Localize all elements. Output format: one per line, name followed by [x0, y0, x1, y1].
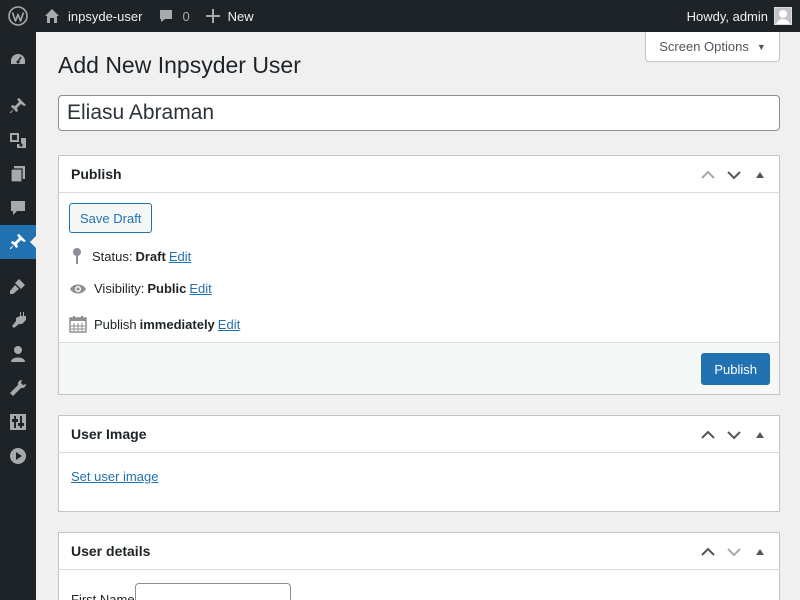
user-details-box-header: User details [59, 533, 779, 570]
visibility-value: Public [147, 281, 187, 296]
dashboard-icon[interactable] [0, 43, 36, 77]
posts-icon[interactable] [0, 89, 36, 123]
handle-actions [695, 156, 773, 193]
comment-icon [160, 10, 173, 22]
calendar-icon [69, 316, 87, 333]
comments-link[interactable]: 0 [150, 0, 197, 32]
toggle-panel-icon[interactable] [747, 417, 773, 453]
new-label: New [227, 8, 254, 24]
pin-icon [73, 248, 81, 264]
pages-icon[interactable] [0, 157, 36, 191]
move-down-icon[interactable] [721, 417, 747, 453]
edit-status-link[interactable]: Edit [169, 249, 191, 264]
user-image-box: User Image Set user image [58, 415, 780, 512]
settings-icon[interactable] [0, 405, 36, 439]
my-account-link[interactable]: Howdy, admin [687, 0, 800, 32]
publish-label: Publish [94, 316, 137, 332]
admin-menu [0, 32, 36, 600]
wordpress-logo-icon[interactable] [0, 0, 36, 32]
new-content-link[interactable]: New [198, 0, 262, 32]
title-input[interactable] [58, 95, 780, 131]
site-name-link[interactable]: inpsyde-user [36, 0, 150, 32]
tools-icon[interactable] [0, 371, 36, 405]
video-icon[interactable] [0, 439, 36, 473]
edit-visibility-link[interactable]: Edit [189, 281, 211, 296]
first-name-label: First Name [71, 592, 135, 600]
save-draft-button[interactable]: Save Draft [69, 203, 153, 233]
page-title: Add New Inpsyder User [58, 52, 301, 78]
user-details-box-title: User details [71, 543, 151, 559]
comments-icon[interactable] [0, 191, 36, 225]
user-details-box: User details First Name [58, 532, 780, 600]
publish-box-header: Publish [59, 156, 779, 193]
screen-options-button[interactable]: Screen Options ▼ [645, 32, 780, 62]
handle-actions [695, 416, 773, 453]
user-image-box-header: User Image [59, 416, 779, 453]
visibility-row: Visibility: Public Edit [69, 281, 212, 296]
move-down-icon[interactable] [721, 157, 747, 193]
publish-box-title: Publish [71, 166, 122, 182]
handle-actions [695, 533, 773, 570]
status-row: Status: Draft Edit [69, 247, 191, 265]
site-name: inpsyde-user [68, 8, 143, 24]
screen-options-label: Screen Options [659, 39, 749, 54]
appearance-icon[interactable] [0, 269, 36, 303]
users-icon[interactable] [0, 337, 36, 371]
caret-down-icon: ▼ [756, 41, 766, 52]
set-user-image-link[interactable]: Set user image [71, 469, 158, 484]
greeting: Howdy, admin [686, 8, 768, 24]
toggle-panel-icon[interactable] [747, 157, 773, 193]
visibility-label: Visibility: [94, 281, 145, 296]
publish-value: immediately [139, 316, 215, 332]
status-value: Draft [135, 248, 166, 264]
publish-button[interactable]: Publish [701, 353, 770, 385]
comments-count: 0 [182, 8, 190, 24]
plugins-icon[interactable] [0, 303, 36, 337]
publish-actions: Publish [59, 342, 779, 394]
media-icon[interactable] [0, 123, 36, 157]
first-name-input[interactable] [135, 583, 291, 600]
avatar [774, 7, 792, 25]
edit-publish-date-link[interactable]: Edit [218, 317, 240, 332]
move-up-icon[interactable] [695, 417, 721, 453]
move-up-icon[interactable] [695, 157, 721, 193]
custom-post-icon[interactable] [0, 225, 36, 259]
move-down-icon[interactable] [721, 534, 747, 570]
user-image-box-title: User Image [71, 426, 147, 442]
publish-box: Publish Save Draft Status: Draft Edit Vi… [58, 155, 780, 395]
plus-icon [205, 9, 220, 23]
admin-bar: inpsyde-user 0 New Howdy, admin [0, 0, 800, 32]
toggle-panel-icon[interactable] [747, 534, 773, 570]
move-up-icon[interactable] [695, 534, 721, 570]
status-label: Status: [92, 248, 133, 264]
eye-icon [70, 284, 86, 293]
home-icon [45, 9, 59, 23]
publish-date-row: Publish immediately Edit [69, 315, 240, 333]
